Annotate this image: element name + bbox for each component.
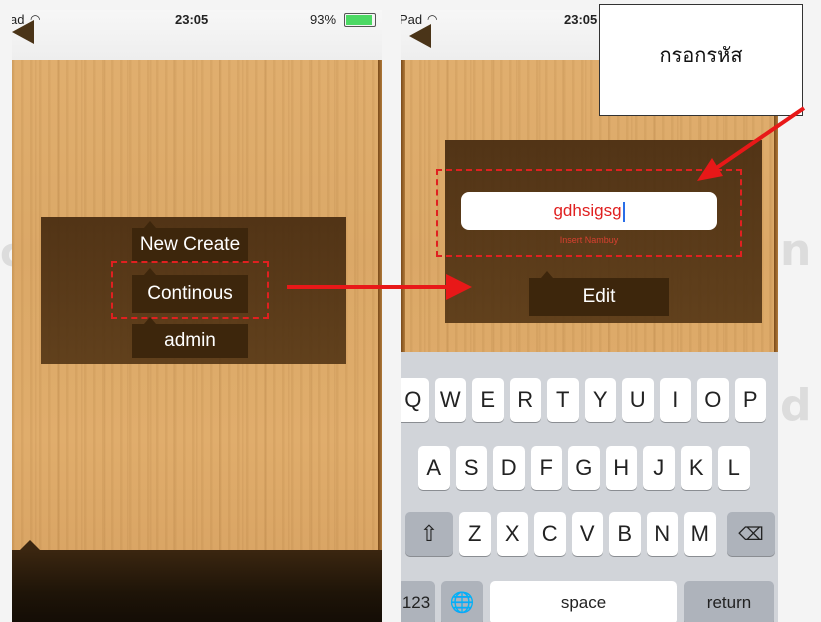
watermark-text: d xyxy=(780,380,812,431)
shift-key[interactable]: ⇧ xyxy=(405,512,453,556)
key-t[interactable]: T xyxy=(547,378,579,422)
key-v[interactable]: V xyxy=(571,512,603,556)
back-arrow-icon[interactable] xyxy=(12,20,34,44)
key-e[interactable]: E xyxy=(472,378,504,422)
key-o[interactable]: O xyxy=(697,378,729,422)
key-w[interactable]: W xyxy=(434,378,466,422)
callout-text: กรอกรหัส xyxy=(659,43,743,67)
key-y[interactable]: Y xyxy=(584,378,616,422)
return-key[interactable]: return xyxy=(684,581,774,622)
key-d[interactable]: D xyxy=(493,446,525,490)
key-k[interactable]: K xyxy=(680,446,712,490)
onscreen-keyboard: QWERTYUIOP ASDFGHJKL ZXCVBNM ⇧ ⌫ 123 🌐 s… xyxy=(401,352,778,622)
highlight-box xyxy=(111,261,269,319)
key-g[interactable]: G xyxy=(568,446,600,490)
key-m[interactable]: M xyxy=(684,512,716,556)
toolbar-tab-notch xyxy=(20,540,40,550)
admin-button[interactable]: admin xyxy=(132,317,248,358)
watermark-text: n xyxy=(780,225,812,276)
status-bar: ad ◠ 23:05 93% xyxy=(12,10,382,60)
key-p[interactable]: P xyxy=(734,378,766,422)
key-b[interactable]: B xyxy=(609,512,641,556)
wood-rail xyxy=(378,60,382,622)
key-i[interactable]: I xyxy=(659,378,691,422)
highlight-box xyxy=(436,169,742,257)
key-c[interactable]: C xyxy=(534,512,566,556)
key-a[interactable]: A xyxy=(418,446,450,490)
key-r[interactable]: R xyxy=(509,378,541,422)
key-q[interactable]: Q xyxy=(401,378,429,422)
bottom-toolbar xyxy=(12,540,382,622)
key-n[interactable]: N xyxy=(646,512,678,556)
delete-key[interactable]: ⌫ xyxy=(727,512,775,556)
globe-icon[interactable]: 🌐 xyxy=(441,581,483,622)
edit-button[interactable]: Edit xyxy=(529,271,669,316)
key-f[interactable]: F xyxy=(530,446,562,490)
key-s[interactable]: S xyxy=(455,446,487,490)
key-j[interactable]: J xyxy=(643,446,675,490)
battery-icon xyxy=(344,13,376,27)
key-x[interactable]: X xyxy=(496,512,528,556)
left-phone-screen: ad ◠ 23:05 93% New Create Continous admi… xyxy=(12,10,382,622)
back-arrow-icon[interactable] xyxy=(409,24,431,48)
space-key[interactable]: space xyxy=(490,581,677,622)
numbers-key[interactable]: 123 xyxy=(401,581,435,622)
key-h[interactable]: H xyxy=(605,446,637,490)
annotation-callout: กรอกรหัส xyxy=(599,4,803,116)
new-create-button[interactable]: New Create xyxy=(132,221,248,262)
clock-label: 23:05 xyxy=(175,12,209,27)
battery-label: 93% xyxy=(310,12,337,27)
key-z[interactable]: Z xyxy=(459,512,491,556)
key-l[interactable]: L xyxy=(718,446,750,490)
clock-label: 23:05 xyxy=(564,12,598,27)
key-u[interactable]: U xyxy=(622,378,654,422)
